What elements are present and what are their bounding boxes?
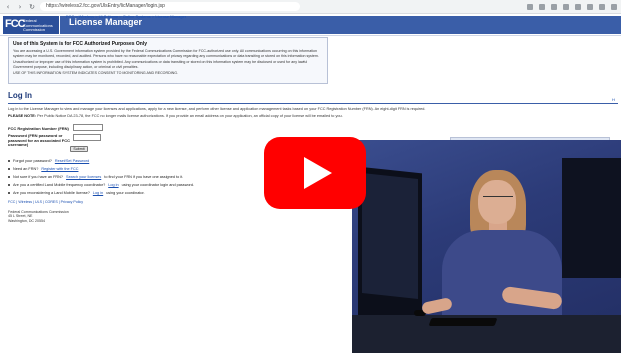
back-arrow-icon[interactable]: ‹: [4, 3, 12, 11]
list-item: Forgot your password? Reset/Set Password: [8, 157, 194, 165]
list-item: Are you a certified Land Mobile frequenc…: [8, 181, 194, 189]
address-line: Washington, DC 20554: [8, 218, 46, 223]
extension-icon[interactable]: [587, 3, 593, 10]
breadcrumb[interactable]: FCC > Wireless > ULS Home > Online Syste…: [66, 14, 186, 19]
keyboard: [428, 318, 498, 326]
monitor-right: [562, 158, 621, 278]
list-item: Not sure if you have an FRN? Search your…: [8, 173, 194, 181]
extension-icon[interactable]: [551, 3, 557, 10]
logo-mark: FCC: [5, 18, 26, 30]
link-prefix: Forgot your password?: [13, 159, 52, 163]
footer-links[interactable]: FCC | Wireless | ULS | CORES | Privacy P…: [8, 200, 83, 204]
profile-icon[interactable]: [611, 3, 617, 10]
frn-label: FCC Registration Number (FRN): [8, 126, 69, 131]
link-suffix: to find your FRN if you have one assigne…: [104, 175, 184, 179]
reset-password-link[interactable]: Reset/Set Password: [55, 159, 89, 163]
notice-paragraph: Unauthorized or improper use of this inf…: [13, 60, 308, 69]
bullet: [8, 168, 10, 170]
notice-title: Use of this System is for FCC Authorized…: [13, 41, 148, 47]
notice-paragraph: USE OF THIS INFORMATION SYSTEM INDICATES…: [13, 71, 179, 76]
video-thumbnail[interactable]: [352, 140, 621, 353]
logo-words: Federal Communications Commission: [23, 18, 53, 32]
password-label: Password (FRN password or password for a…: [8, 133, 71, 148]
link-prefix: Not sure if you have an FRN?: [13, 175, 64, 179]
coordinator-login-link[interactable]: Log in: [108, 183, 118, 187]
extension-icon[interactable]: [599, 3, 605, 10]
page-title: Log In: [8, 91, 32, 100]
footer-address: Federal Communications Commission 45 L S…: [8, 210, 69, 223]
reconsider-login-link[interactable]: Log in: [93, 191, 103, 195]
list-item: Are you reconsidering a Land Mobile lice…: [8, 189, 194, 197]
list-item: Need an FRN? Register with the FCC: [8, 165, 194, 173]
address-bar[interactable]: https://wireless2.fcc.gov/UlsEntry/licMa…: [40, 2, 300, 11]
link-suffix: using your coordinator.: [106, 191, 145, 195]
submit-button[interactable]: Submit: [70, 146, 88, 152]
presenter-face: [478, 180, 516, 224]
browser-toolbar: ‹ › ↻ https://wireless2.fcc.gov/UlsEntry…: [0, 0, 621, 14]
bullet: [8, 160, 10, 162]
register-link[interactable]: Register with the FCC: [41, 167, 78, 171]
youtube-play-icon[interactable]: [264, 137, 366, 209]
extension-icon[interactable]: [575, 3, 581, 10]
reload-icon[interactable]: ↻: [28, 3, 36, 11]
bullet: [8, 192, 10, 194]
notice-paragraph: You are accessing a U.S. Government info…: [13, 49, 319, 58]
login-intro: Log in to the License Manager to view an…: [8, 107, 426, 111]
please-note-label: PLEASE NOTE:: [8, 114, 37, 118]
forward-arrow-icon[interactable]: ›: [16, 3, 24, 11]
link-suffix: using your coordinator login and passwor…: [121, 183, 194, 187]
frn-input[interactable]: [73, 124, 103, 131]
bullet: [8, 184, 10, 186]
extension-icon[interactable]: [539, 3, 545, 10]
presenter-glasses: [483, 196, 513, 202]
link-prefix: Need an FRN?: [13, 167, 39, 171]
please-note: PLEASE NOTE: Per Public Notice DA 23-78,…: [8, 114, 468, 118]
link-prefix: Are you a certified Land Mobile frequenc…: [13, 183, 106, 187]
authorized-use-notice: Use of this System is for FCC Authorized…: [8, 37, 328, 84]
help-link[interactable]: H: [612, 97, 615, 102]
search-licenses-link[interactable]: Search your licenses: [66, 175, 101, 179]
monitor-screen: [362, 173, 418, 299]
extension-icon[interactable]: [563, 3, 569, 10]
bullet: [8, 176, 10, 178]
please-note-text: Per Public Notice DA 23-78, the FCC no l…: [37, 114, 343, 118]
link-prefix: Are you reconsidering a Land Mobile lice…: [13, 191, 90, 195]
extension-icons: [527, 3, 617, 10]
divider: [8, 103, 618, 104]
fcc-logo[interactable]: FCC Federal Communications Commission: [3, 16, 59, 34]
extension-icon[interactable]: [527, 3, 533, 10]
password-input[interactable]: [73, 134, 101, 141]
page: ‹ › ↻ https://wireless2.fcc.gov/UlsEntry…: [0, 0, 621, 353]
help-links: Forgot your password? Reset/Set Password…: [8, 157, 194, 197]
